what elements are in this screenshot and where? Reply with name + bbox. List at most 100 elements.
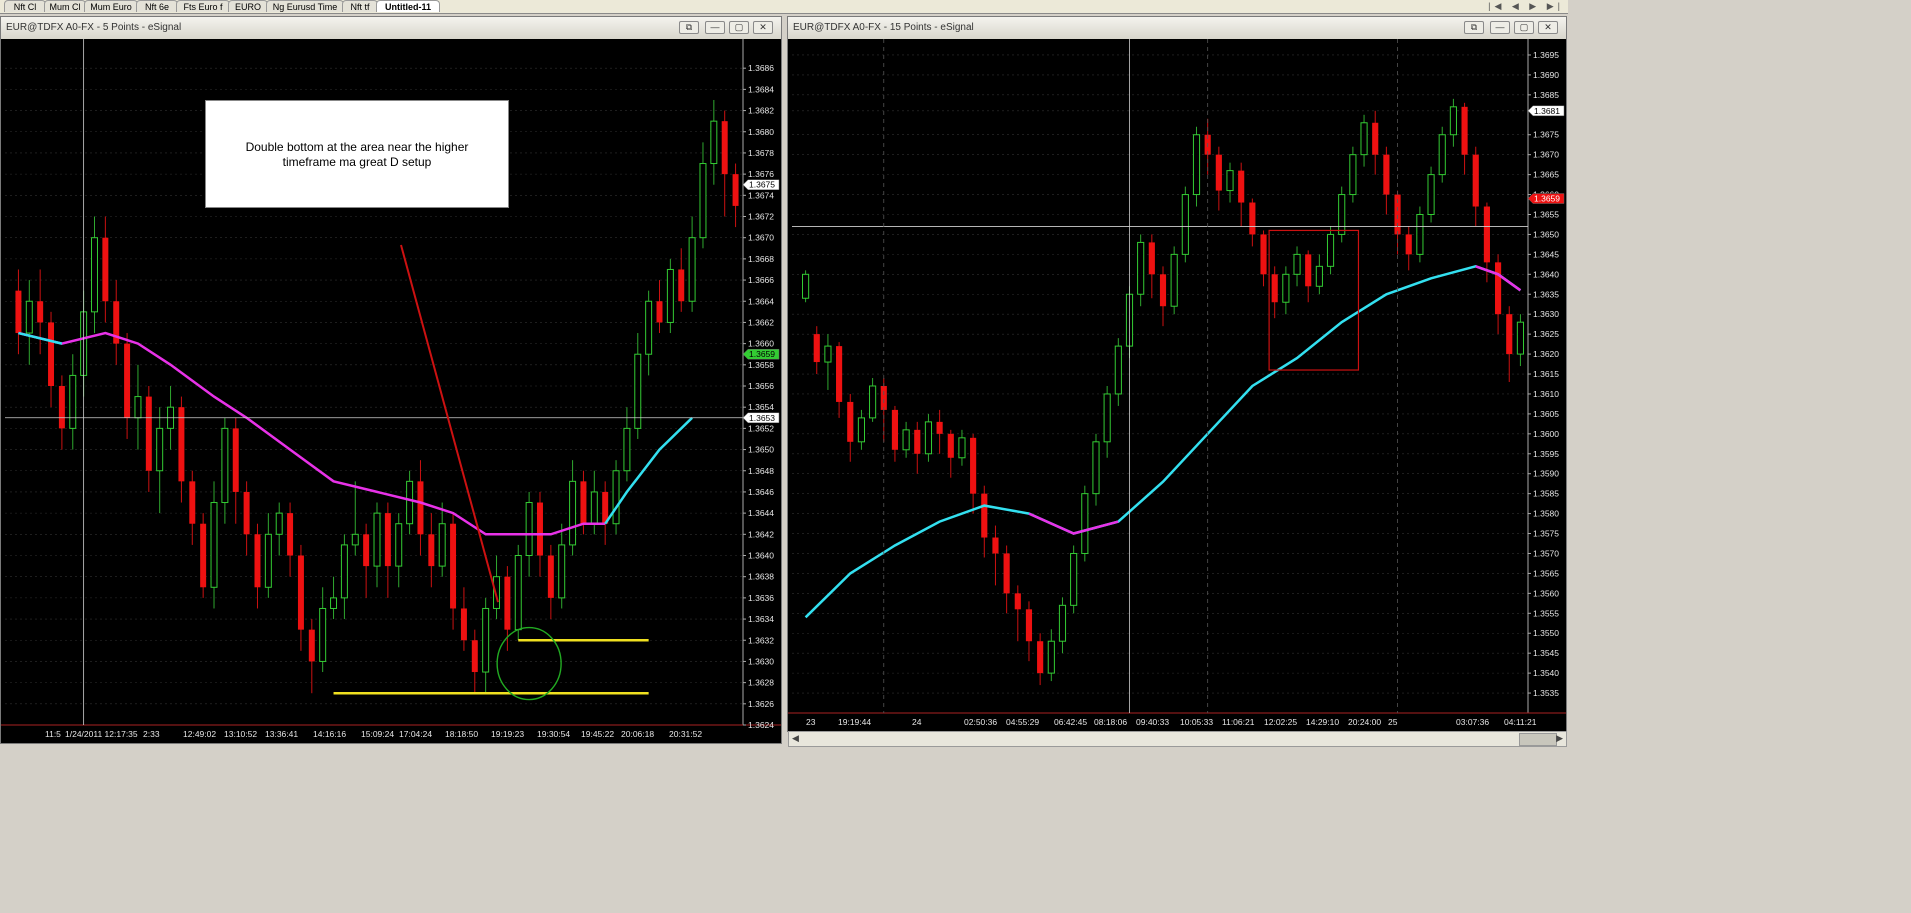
candle-body [243,491,250,535]
candle-body [970,437,977,494]
candle-body [438,523,446,567]
tab-fts-euro-f[interactable]: Fts Euro f [176,0,230,12]
price-tick-label: 1.3550 [1533,628,1559,638]
price-marker-label: 1.3659 [1534,194,1560,204]
candle-body [1047,640,1055,674]
candle-body [232,428,239,492]
candle-body [847,401,854,442]
price-tick-label: 1.3540 [1533,668,1559,678]
candle-body [210,502,218,588]
scroll-left-icon[interactable]: ◀ [792,733,799,744]
candle-body [1192,134,1201,196]
candle-body [124,343,131,418]
candle-body [947,433,954,458]
maximize-button[interactable]: ▢ [729,21,749,34]
maximize-button[interactable]: ▢ [1514,21,1534,34]
candle-body [1215,154,1222,191]
candle-body [1081,493,1089,554]
candlestick-chart-15-points[interactable]: 1.3695 1.3690 1.3685 1.3681 1.3675 1.3670 1.36… [788,39,1566,731]
candle-body [569,480,577,546]
candle-body [634,353,642,429]
candle-body [836,346,843,402]
candle-body [1070,552,1078,606]
candle [802,270,810,303]
time-tick-label: 14:29:10 [1306,717,1339,727]
price-tick-label: 1.3695 [1533,50,1559,60]
right-titlebar: EUR@TDFX A0-FX - 15 Points - eSignal ⧉ —… [788,17,1566,40]
tab-nft-tf[interactable]: Nft tf [342,0,378,12]
price-tick-label: 1.3655 [1533,209,1559,219]
annotation-note[interactable]: Double bottom at the area near the highe… [205,100,509,208]
tab-ng-eurusd-time[interactable]: Ng Eurusd Time [266,0,344,12]
time-tick-label: 18:18:50 [445,729,478,739]
minimize-button[interactable]: — [705,21,725,34]
scroll-thumb[interactable] [1519,733,1557,746]
candle-body [1249,202,1256,235]
candle-body [688,237,696,302]
price-tick-label: 1.3600 [1533,429,1559,439]
link-icon[interactable]: ⧉ [1464,21,1484,34]
close-button[interactable]: ✕ [753,21,773,34]
minimize-button[interactable]: — [1490,21,1510,34]
candle-body [536,502,543,556]
time-tick-label: 08:18:06 [1094,717,1127,727]
time-tick-label: 14:16:16 [313,729,346,739]
price-tick-label: 1.3590 [1533,469,1559,479]
tab-mum-euro[interactable]: Mum Euro [84,0,138,12]
time-tick-label: 24 [912,717,922,727]
price-marker: 1.3681 [1527,105,1565,117]
price-tick-label: 1.3580 [1533,509,1559,519]
close-button[interactable]: ✕ [1538,21,1558,34]
chart-background [788,39,1566,731]
time-tick-label: 12:02:25 [1264,717,1297,727]
candle-body [1472,154,1479,207]
price-tick-label: 1.3648 [748,466,774,476]
scroll-right-icon[interactable]: ▶ [1556,733,1563,744]
candle-body [1483,206,1490,263]
chart-window-5-points: EUR@TDFX A0-FX - 5 Points - eSignal ⧉ — … [0,16,782,744]
tab-euro[interactable]: EURO [228,0,268,12]
candle-body [351,533,359,546]
candle-body [1338,194,1346,235]
candle [612,460,620,535]
candle-body [1506,314,1513,355]
candle-body [58,386,65,429]
candle-body [287,513,294,556]
candle-body [297,555,304,630]
price-marker: 1.3675 [742,179,780,190]
price-tick-label: 1.3670 [1533,150,1559,160]
candle-body [264,533,272,588]
candle-body [1226,170,1234,192]
candle-body [1058,604,1067,642]
price-tick-label: 1.3656 [748,381,774,391]
price-tick-label: 1.3684 [748,84,774,94]
price-tick-label: 1.3682 [748,106,774,116]
tab-mum-cl[interactable]: Mum Cl [44,0,86,12]
price-tick-label: 1.3644 [748,508,774,518]
price-tick-label: 1.3625 [1533,329,1559,339]
candle-body [1495,262,1502,315]
tab-scroll-arrows[interactable]: |◀ ◀ ▶ ▶| [1488,0,1564,12]
price-tick-label: 1.3626 [748,699,774,709]
candle-body [406,480,414,525]
price-tick-label: 1.3646 [748,487,774,497]
chart-window-15-points: EUR@TDFX A0-FX - 15 Points - eSignal ⧉ —… [787,16,1567,732]
tab-nft-cl[interactable]: Nft Cl [4,0,46,12]
price-tick-label: 1.3630 [1533,309,1559,319]
tab-untitled-11[interactable]: Untitled-11 [376,0,440,12]
tab-nft-6e[interactable]: Nft 6e [136,0,178,12]
price-tick-label: 1.3638 [748,572,774,582]
candle-body [504,576,511,630]
price-tick-label: 1.3662 [748,317,774,327]
price-tick-label: 1.3660 [748,339,774,349]
price-tick-label: 1.3555 [1533,608,1559,618]
time-tick-label: 2:33 [143,729,160,739]
time-tick-label: 19:19:44 [838,717,871,727]
time-tick-label: 25 [1388,717,1398,727]
price-tick-label: 1.3585 [1533,489,1559,499]
horizontal-scrollbar[interactable]: ◀ ▶ [788,731,1567,747]
link-icon[interactable]: ⧉ [679,21,699,34]
candle-body [471,640,478,673]
candle-body [936,421,943,434]
candle-body [275,512,283,535]
